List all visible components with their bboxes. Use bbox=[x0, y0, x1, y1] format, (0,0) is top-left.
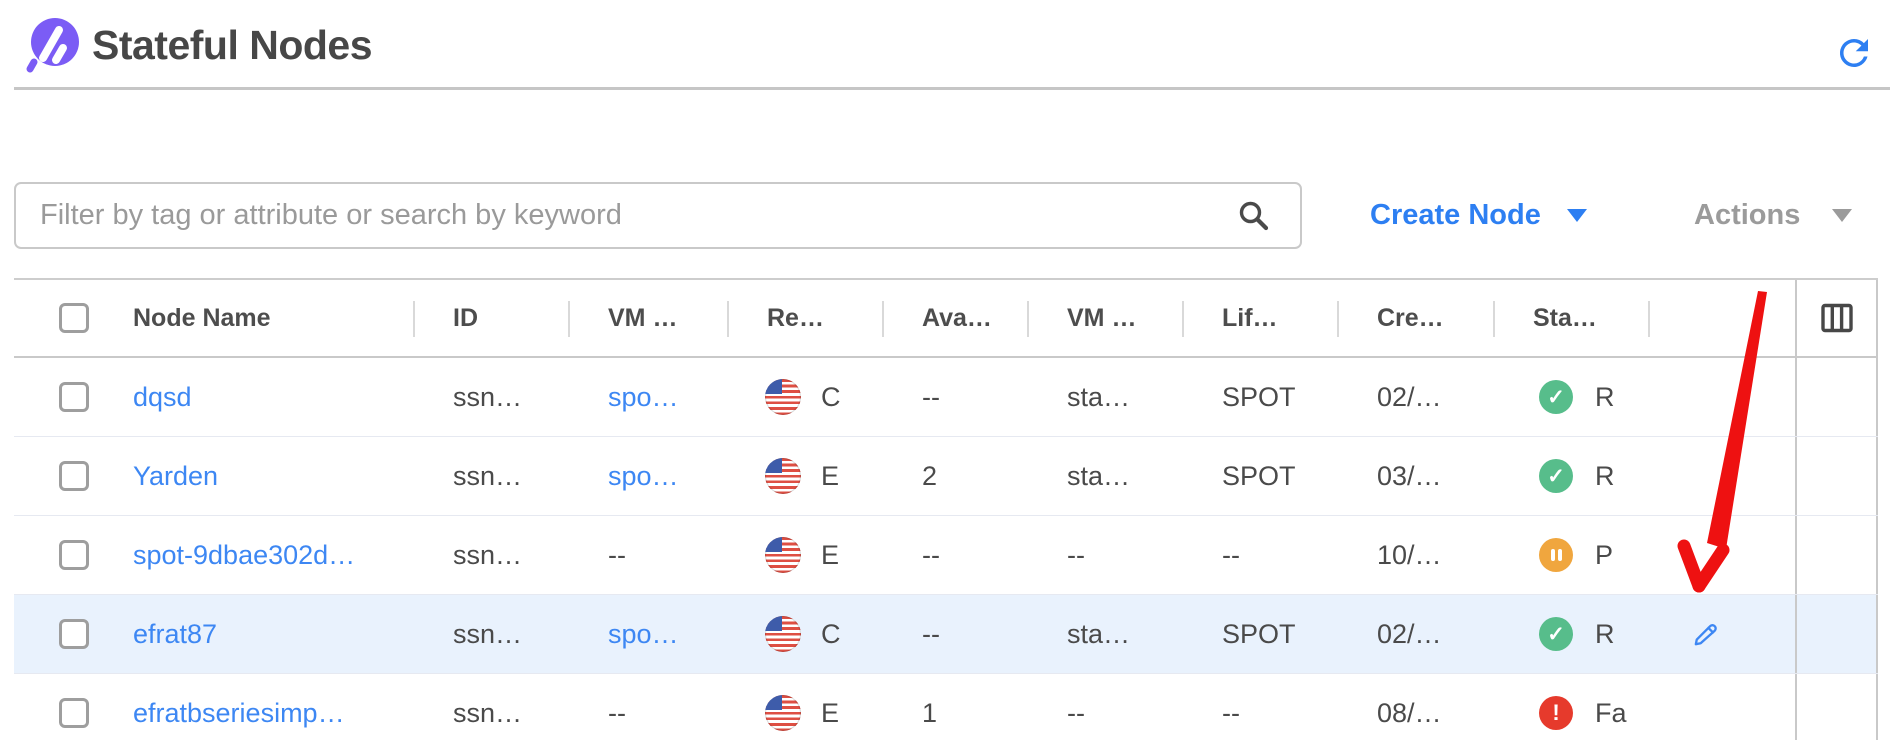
table-header-row: Node Name ID VM … Re… Ava… VM … Lif… Cre… bbox=[14, 280, 1878, 358]
col-header-status[interactable]: Sta… bbox=[1493, 280, 1648, 356]
created-value: 02/… bbox=[1377, 619, 1442, 650]
vm-type-value: -- bbox=[1067, 540, 1085, 571]
vm-link[interactable]: spo… bbox=[608, 382, 679, 413]
row-checkbox[interactable] bbox=[59, 382, 89, 412]
us-flag-icon bbox=[765, 537, 801, 573]
node-id: ssn… bbox=[453, 540, 522, 571]
col-header-vm-type[interactable]: VM … bbox=[1027, 280, 1182, 356]
col-header-region[interactable]: Re… bbox=[727, 280, 882, 356]
region-value: E bbox=[821, 540, 839, 571]
availability-zone-value: -- bbox=[922, 619, 940, 650]
status-icon bbox=[1539, 459, 1573, 493]
node-name-link[interactable]: spot-9dbae302d… bbox=[133, 540, 355, 571]
row-checkbox[interactable] bbox=[59, 698, 89, 728]
create-node-label: Create Node bbox=[1370, 199, 1541, 232]
status-icon bbox=[1539, 617, 1573, 651]
pencil-icon[interactable] bbox=[1690, 619, 1721, 650]
vm-link[interactable]: spo… bbox=[608, 619, 679, 650]
lifecycle-value: -- bbox=[1222, 540, 1240, 571]
availability-zone-value: 1 bbox=[922, 698, 937, 729]
create-node-button[interactable]: Create Node bbox=[1370, 182, 1587, 249]
status-value: P bbox=[1595, 540, 1613, 571]
spot-logo-icon bbox=[24, 15, 82, 75]
node-name-link[interactable]: efrat87 bbox=[133, 619, 217, 650]
col-header-actions bbox=[1648, 280, 1795, 356]
vm-value: -- bbox=[608, 540, 626, 571]
chevron-down-icon bbox=[1567, 209, 1587, 222]
us-flag-icon bbox=[765, 379, 801, 415]
table-row[interactable]: efratbseriesimp… ssn… -- E 1 -- -- 08/… … bbox=[14, 674, 1878, 740]
created-value: 03/… bbox=[1377, 461, 1442, 492]
vm-link[interactable]: spo… bbox=[608, 461, 679, 492]
status-icon bbox=[1539, 696, 1573, 730]
vm-type-value: sta… bbox=[1067, 461, 1130, 492]
created-value: 08/… bbox=[1377, 698, 1442, 729]
chevron-down-icon bbox=[1832, 209, 1852, 222]
row-checkbox[interactable] bbox=[59, 461, 89, 491]
node-name-link[interactable]: efratbseriesimp… bbox=[133, 698, 345, 729]
status-value: R bbox=[1595, 461, 1615, 492]
vm-type-value: -- bbox=[1067, 698, 1085, 729]
col-header-id[interactable]: ID bbox=[413, 280, 568, 356]
stateful-nodes-table: Node Name ID VM … Re… Ava… VM … Lif… Cre… bbox=[14, 278, 1878, 740]
header-divider bbox=[14, 87, 1890, 90]
node-id: ssn… bbox=[453, 619, 522, 650]
lifecycle-value: SPOT bbox=[1222, 619, 1296, 650]
node-id: ssn… bbox=[453, 698, 522, 729]
col-header-availability-zone[interactable]: Ava… bbox=[882, 280, 1027, 356]
region-value: C bbox=[821, 619, 841, 650]
node-name-link[interactable]: Yarden bbox=[133, 461, 218, 492]
node-id: ssn… bbox=[453, 382, 522, 413]
status-value: R bbox=[1595, 382, 1615, 413]
page-title: Stateful Nodes bbox=[92, 22, 372, 69]
lifecycle-value: -- bbox=[1222, 698, 1240, 729]
availability-zone-value: -- bbox=[922, 382, 940, 413]
row-checkbox[interactable] bbox=[59, 619, 89, 649]
table-row[interactable]: spot-9dbae302d… ssn… -- E -- -- -- 10/… … bbox=[14, 516, 1878, 595]
table-row[interactable]: efrat87 ssn… spo… C -- sta… SPOT 02/… R bbox=[14, 595, 1878, 674]
refresh-icon[interactable] bbox=[1832, 32, 1876, 76]
region-value: E bbox=[821, 461, 839, 492]
node-name-link[interactable]: dqsd bbox=[133, 382, 192, 413]
vm-type-value: sta… bbox=[1067, 382, 1130, 413]
region-value: E bbox=[821, 698, 839, 729]
col-header-vm[interactable]: VM … bbox=[568, 280, 727, 356]
status-value: R bbox=[1595, 619, 1615, 650]
us-flag-icon bbox=[765, 616, 801, 652]
status-icon bbox=[1539, 538, 1573, 572]
availability-zone-value: -- bbox=[922, 540, 940, 571]
col-header-created[interactable]: Cre… bbox=[1337, 280, 1493, 356]
lifecycle-value: SPOT bbox=[1222, 382, 1296, 413]
node-id: ssn… bbox=[453, 461, 522, 492]
select-all-checkbox[interactable] bbox=[59, 303, 89, 333]
row-checkbox[interactable] bbox=[59, 540, 89, 570]
us-flag-icon bbox=[765, 458, 801, 494]
vm-value: -- bbox=[608, 698, 626, 729]
availability-zone-value: 2 bbox=[922, 461, 937, 492]
actions-button[interactable]: Actions bbox=[1694, 182, 1852, 249]
status-value: Fa bbox=[1595, 698, 1627, 729]
created-value: 02/… bbox=[1377, 382, 1442, 413]
column-settings-icon[interactable] bbox=[1819, 300, 1855, 336]
col-header-node-name[interactable]: Node Name bbox=[108, 280, 413, 356]
table-row[interactable]: Yarden ssn… spo… E 2 sta… SPOT 03/… R bbox=[14, 437, 1878, 516]
region-value: C bbox=[821, 382, 841, 413]
lifecycle-value: SPOT bbox=[1222, 461, 1296, 492]
actions-label: Actions bbox=[1694, 199, 1800, 232]
table-row[interactable]: dqsd ssn… spo… C -- sta… SPOT 02/… R bbox=[14, 358, 1878, 437]
vm-type-value: sta… bbox=[1067, 619, 1130, 650]
filter-input[interactable] bbox=[14, 182, 1302, 249]
search-icon[interactable] bbox=[1236, 198, 1272, 234]
us-flag-icon bbox=[765, 695, 801, 731]
status-icon bbox=[1539, 380, 1573, 414]
created-value: 10/… bbox=[1377, 540, 1442, 571]
col-header-lifecycle[interactable]: Lif… bbox=[1182, 280, 1337, 356]
table-body: dqsd ssn… spo… C -- sta… SPOT 02/… R Yar… bbox=[14, 358, 1878, 740]
page-header: Stateful Nodes bbox=[0, 0, 1904, 90]
